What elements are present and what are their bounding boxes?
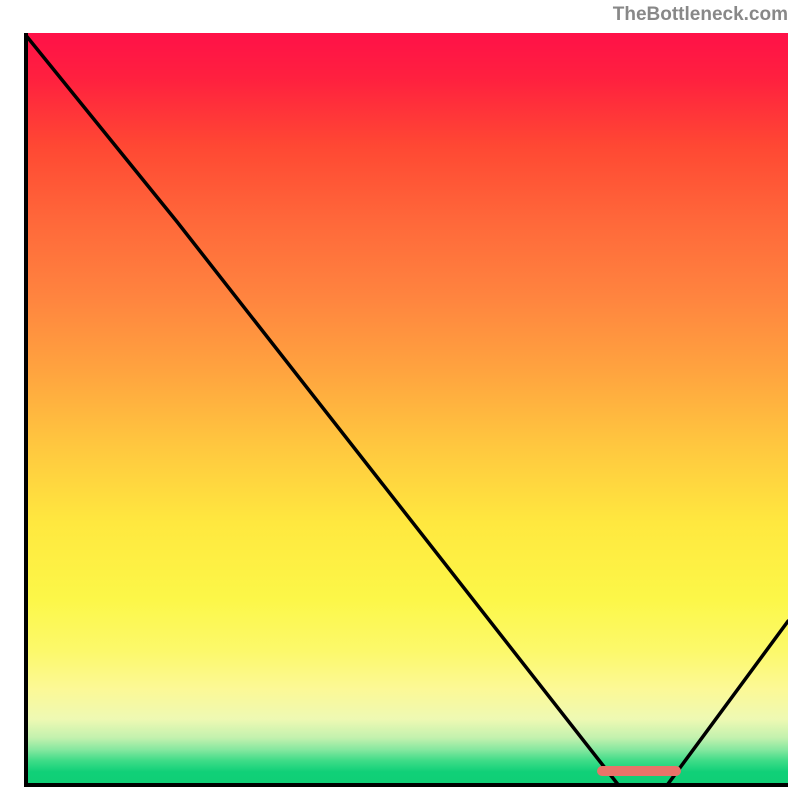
attribution-text: TheBottleneck.com bbox=[613, 4, 788, 26]
optimal-range-marker bbox=[597, 766, 681, 776]
chart-plot-area bbox=[24, 33, 788, 787]
bottleneck-line bbox=[24, 33, 788, 787]
line-chart-svg bbox=[24, 33, 788, 787]
chart-container: TheBottleneck.com bbox=[0, 0, 800, 800]
